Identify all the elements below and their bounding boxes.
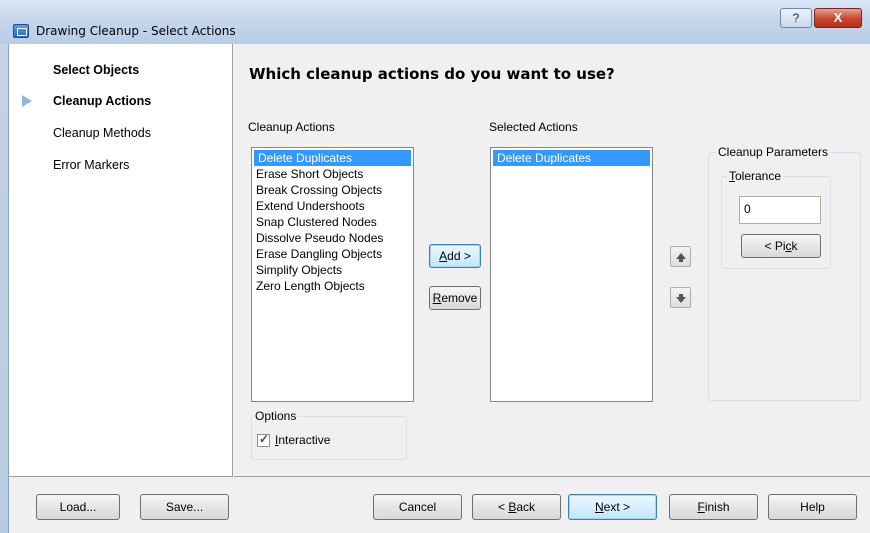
app-icon [13,24,29,38]
nav-step-select-objects[interactable]: Select Objects [53,63,139,77]
interactive-checkbox[interactable]: ✓ [257,432,270,447]
move-down-button[interactable] [670,287,691,308]
tolerance-label: Tolerance [727,169,784,183]
finish-button[interactable]: Finish [669,494,758,520]
dialog-window: Drawing Cleanup - Select Actions ? X Sel… [0,0,870,533]
list-item[interactable]: Dissolve Pseudo Nodes [252,230,413,246]
help-button[interactable]: Help [768,494,857,520]
nav-step-cleanup-methods[interactable]: Cleanup Methods [53,126,151,140]
remove-button[interactable]: Remove [429,286,481,310]
nav-step-error-markers[interactable]: Error Markers [53,158,129,172]
footer-bar: Load... Save... Cancel < Back Next > Fin… [9,478,870,533]
back-button[interactable]: < Back [472,494,561,520]
nav-step-cleanup-actions[interactable]: Cleanup Actions [53,94,151,108]
list-item[interactable]: Zero Length Objects [252,278,413,294]
title-bar[interactable]: Drawing Cleanup - Select Actions ? X [0,0,870,44]
checkmark-icon: ✓ [259,432,270,446]
list-item[interactable]: Break Crossing Objects [252,182,413,198]
interactive-label[interactable]: Interactive [275,433,330,447]
arrow-down-icon [676,294,686,303]
list-item[interactable]: Extend Undershoots [252,198,413,214]
cleanup-actions-list[interactable]: Delete Duplicates Erase Short Objects Brea… [251,147,414,402]
cancel-button[interactable]: Cancel [373,494,462,520]
selected-actions-label: Selected Actions [489,120,578,134]
list-item[interactable]: Snap Clustered Nodes [252,214,413,230]
next-button[interactable]: Next > [568,494,657,520]
window-title: Drawing Cleanup - Select Actions [36,24,236,38]
list-item[interactable]: Erase Dangling Objects [252,246,413,262]
current-step-arrow-icon [22,95,32,107]
page-heading: Which cleanup actions do you want to use… [249,65,615,83]
pick-button[interactable]: < Pick [741,234,821,258]
selected-actions-list[interactable]: Delete Duplicates [490,147,653,402]
tolerance-input[interactable]: 0 [739,196,821,224]
list-item[interactable]: Simplify Objects [252,262,413,278]
list-item[interactable]: Delete Duplicates [254,150,411,166]
load-button[interactable]: Load... [36,494,120,520]
options-group-label: Options [253,409,299,423]
wizard-steps-panel: Select Objects Cleanup Actions Cleanup M… [9,44,233,477]
list-item[interactable]: Delete Duplicates [493,150,650,166]
list-item[interactable]: Erase Short Objects [252,166,413,182]
arrow-up-icon [676,253,686,262]
main-panel: Which cleanup actions do you want to use… [234,44,870,477]
move-up-button[interactable] [670,246,691,267]
add-button[interactable]: Add > [429,244,481,268]
cleanup-actions-label: Cleanup Actions [248,120,335,134]
cleanup-parameters-label: Cleanup Parameters [716,145,831,159]
dialog-client-area: Select Objects Cleanup Actions Cleanup M… [8,44,870,533]
close-button[interactable]: X [814,8,862,28]
help-title-button[interactable]: ? [780,8,812,28]
save-button[interactable]: Save... [140,494,229,520]
